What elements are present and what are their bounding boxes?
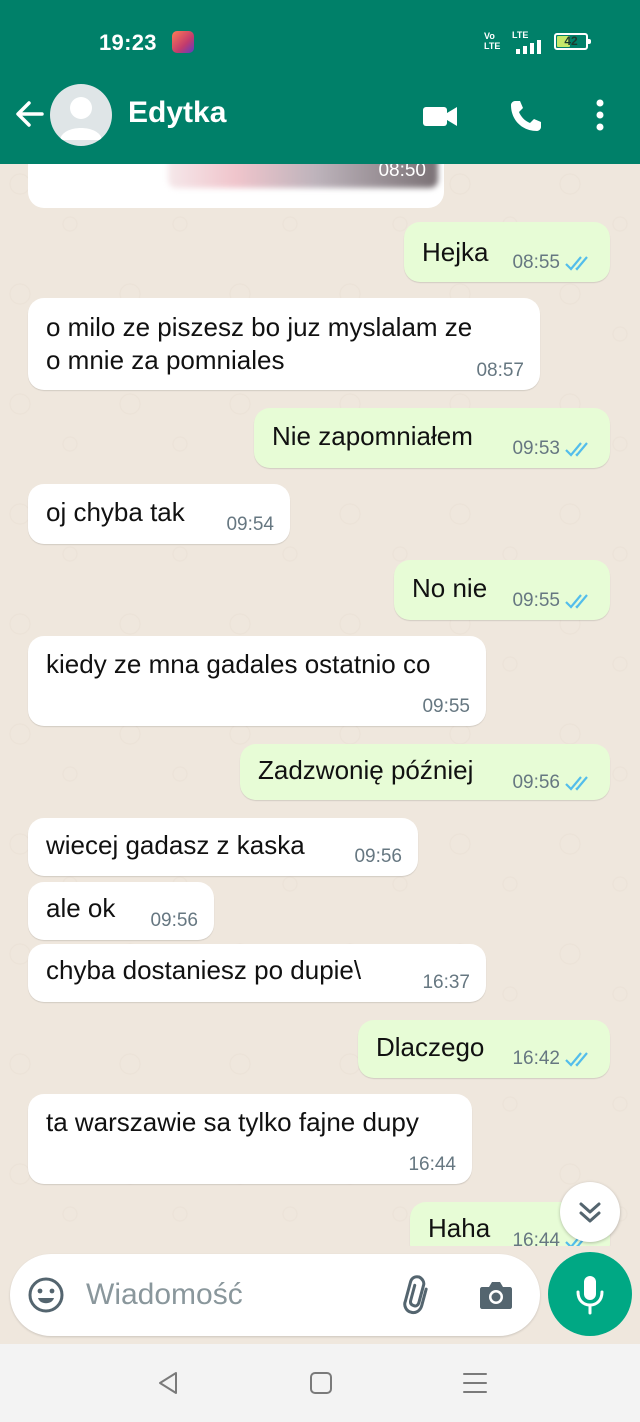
status-bar: 19:23 Vo LTE LTE 42	[0, 28, 640, 62]
message-bubble-outgoing[interactable]: Hejka 08:55	[404, 222, 610, 282]
phone-icon[interactable]	[506, 96, 546, 136]
message-text: Nie zapomniałem	[272, 421, 473, 451]
system-navigation-bar	[0, 1344, 640, 1422]
message-bubble-incoming[interactable]: ale ok 09:56	[28, 882, 214, 940]
double-tick-icon	[565, 776, 588, 791]
camera-icon[interactable]	[476, 1275, 516, 1315]
message-time: 09:56	[512, 772, 560, 793]
message-text: No nie	[412, 573, 488, 603]
contact-name[interactable]: Edytka	[128, 96, 226, 130]
message-text: ta warszawie sa tylko fajne dupy	[46, 1107, 419, 1137]
message-time: 09:55	[512, 590, 560, 611]
message-bubble-incoming[interactable]: chyba dostaniesz po dupie\ 16:37	[28, 944, 486, 1002]
message-bubble-incoming[interactable]: ta warszawie sa tylko fajne dupy 16:44	[28, 1094, 472, 1184]
mic-button[interactable]	[548, 1252, 632, 1336]
paperclip-icon[interactable]	[398, 1275, 438, 1315]
double-tick-icon	[565, 1052, 588, 1067]
battery-level: 42	[564, 34, 578, 48]
double-tick-icon	[565, 442, 588, 457]
scroll-to-bottom-button[interactable]	[560, 1182, 620, 1242]
message-time: 08:57	[476, 360, 524, 381]
notification-app-icon	[172, 31, 194, 53]
media-time: 08:50	[378, 164, 426, 181]
signal-icon	[516, 40, 544, 54]
message-bubble-outgoing[interactable]: Dlaczego 16:42	[358, 1020, 610, 1078]
message-time: 09:53	[512, 438, 560, 459]
message-time: 08:55	[512, 252, 560, 273]
message-time: 09:56	[354, 846, 402, 867]
message-time: 09:54	[226, 514, 274, 535]
message-composer	[10, 1254, 540, 1336]
emoji-icon[interactable]	[26, 1275, 66, 1315]
message-bubble-incoming[interactable]: wiecej gadasz z kaska 09:56	[28, 818, 418, 876]
double-tick-icon	[565, 256, 588, 271]
message-text: Haha	[428, 1213, 491, 1243]
message-text: o milo ze piszesz bo juz myslalam ze o m…	[46, 312, 473, 375]
message-text: Zadzwonię później	[258, 755, 474, 785]
back-arrow-icon[interactable]	[14, 96, 44, 132]
media-message[interactable]: 08:50	[28, 164, 444, 208]
message-bubble-outgoing[interactable]: No nie 09:55	[394, 560, 610, 620]
message-bubble-outgoing[interactable]: Zadzwonię później 09:56	[240, 744, 610, 800]
message-time: 16:42	[512, 1048, 560, 1069]
message-time: 16:37	[422, 972, 470, 993]
more-icon[interactable]	[580, 96, 620, 136]
avatar[interactable]	[50, 84, 112, 146]
message-time: 09:55	[422, 696, 470, 717]
message-input[interactable]	[86, 1272, 376, 1318]
message-time: 16:44	[408, 1154, 456, 1175]
battery-icon: 42	[554, 33, 591, 50]
message-text: kiedy ze mna gadales ostatnio co	[46, 649, 431, 679]
message-bubble-incoming[interactable]: o milo ze piszesz bo juz myslalam ze o m…	[28, 298, 540, 390]
message-text: Dlaczego	[376, 1032, 485, 1062]
message-time: 16:44	[512, 1230, 560, 1246]
message-text: Hejka	[422, 237, 489, 267]
mic-icon	[576, 1276, 604, 1315]
message-text: chyba dostaniesz po dupie\	[46, 955, 362, 985]
message-text: oj chyba tak	[46, 497, 185, 527]
message-text: wiecej gadasz z kaska	[46, 830, 305, 860]
nav-back-icon[interactable]	[154, 1368, 184, 1398]
message-text: ale ok	[46, 893, 116, 923]
volte-indicator: Vo LTE	[484, 31, 501, 51]
message-bubble-incoming[interactable]: kiedy ze mna gadales ostatnio co 09:55	[28, 636, 486, 726]
message-bubble-incoming[interactable]: oj chyba tak 09:54	[28, 484, 290, 544]
network-type: LTE	[512, 30, 529, 40]
status-time: 19:23	[99, 30, 157, 55]
chat-header: 19:23 Vo LTE LTE 42 Edytka	[0, 0, 640, 164]
video-call-icon[interactable]	[420, 96, 460, 136]
message-bubble-outgoing[interactable]: Nie zapomniałem 09:53	[254, 408, 610, 468]
message-time: 09:56	[150, 910, 198, 931]
nav-recents-icon[interactable]	[460, 1368, 490, 1398]
chat-area[interactable]: 08:50 Hejka 08:55 o milo ze piszesz bo j…	[0, 164, 640, 1246]
chevron-down-icon	[579, 1202, 601, 1223]
nav-home-icon[interactable]	[306, 1368, 336, 1398]
double-tick-icon	[565, 594, 588, 609]
